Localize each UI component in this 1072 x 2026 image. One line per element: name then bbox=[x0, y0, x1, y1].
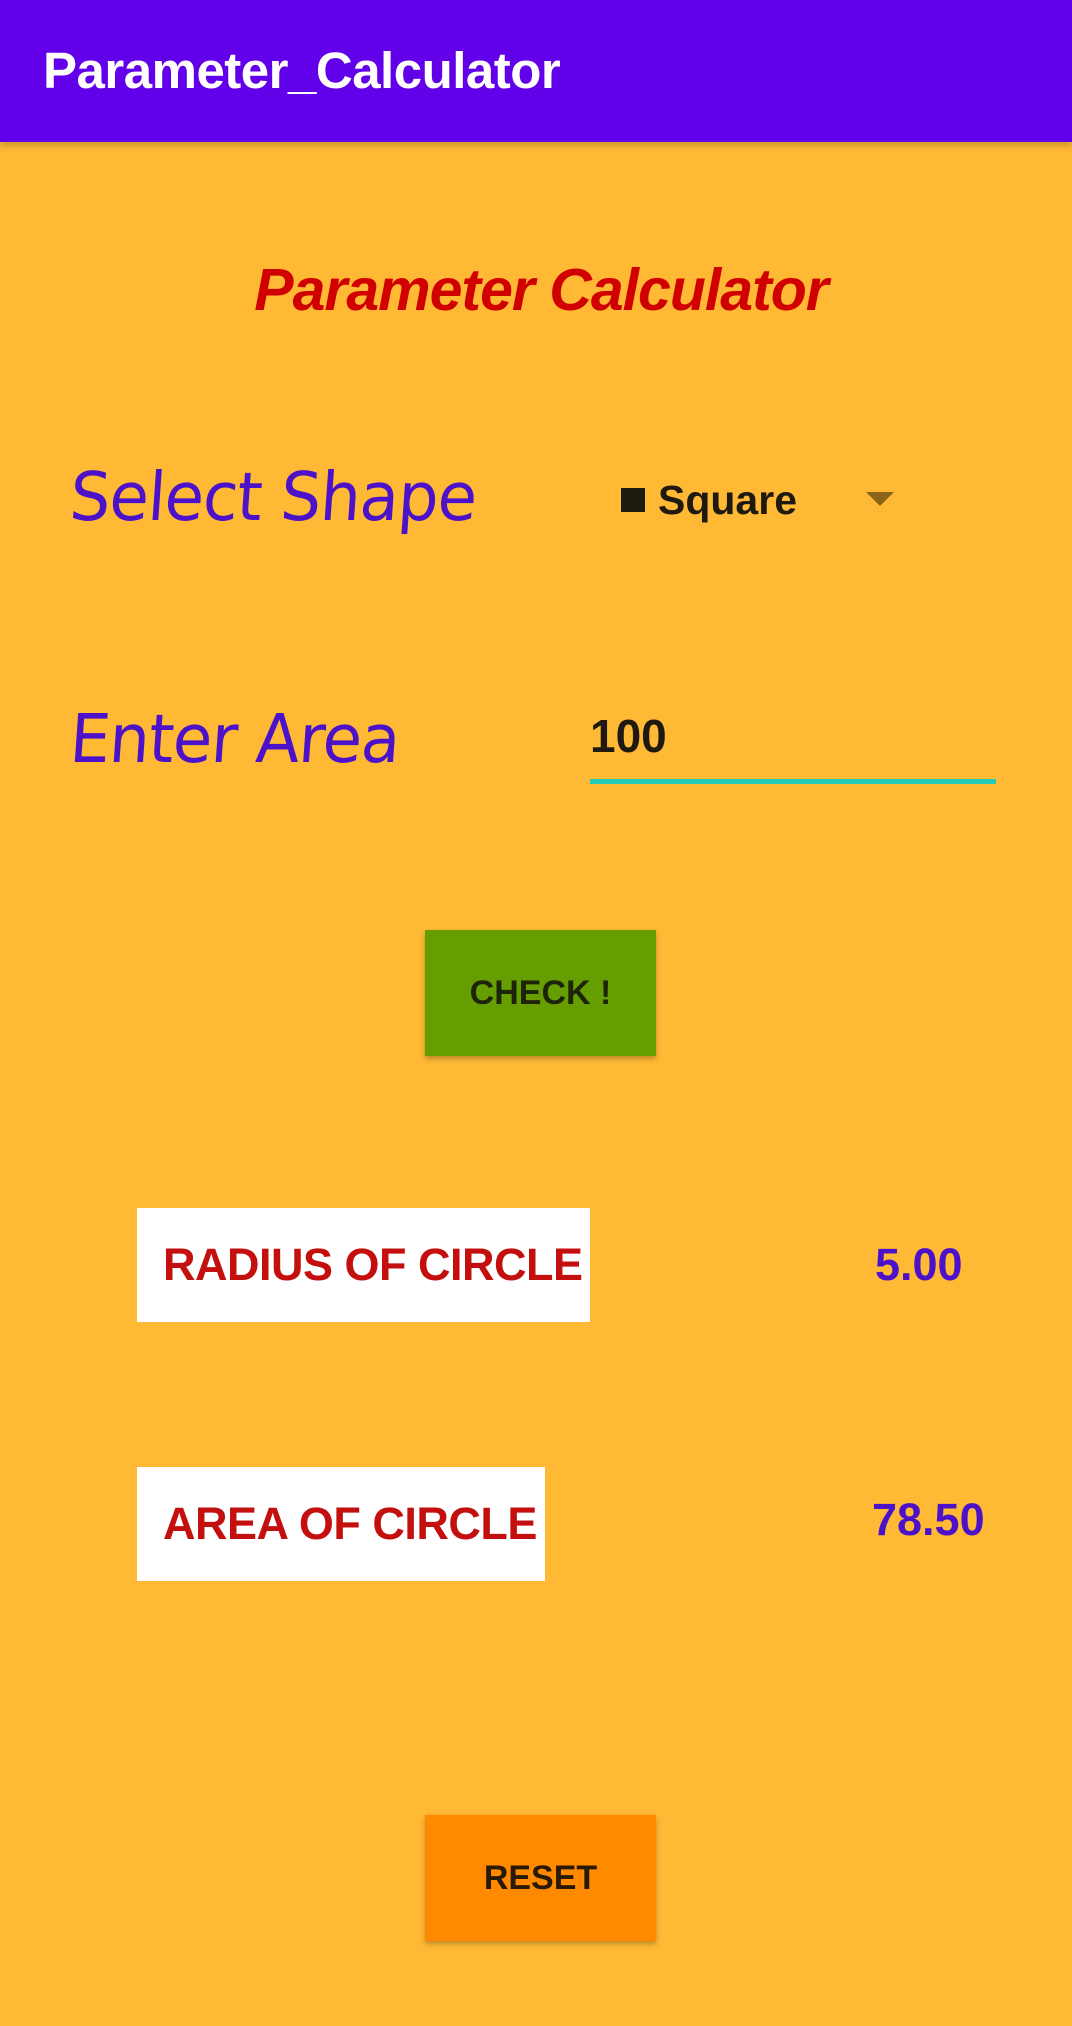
area-input-container bbox=[590, 700, 996, 784]
area-result-value: 78.50 bbox=[872, 1494, 985, 1545]
enter-area-label: Enter Area bbox=[67, 701, 403, 779]
area-result-label: AREA OF CIRCLE bbox=[163, 1498, 537, 1549]
dropdown-arrow-icon bbox=[866, 492, 894, 506]
radius-value: 5.00 bbox=[875, 1239, 963, 1290]
radius-label: RADIUS OF CIRCLE bbox=[163, 1239, 583, 1290]
area-label-box: AREA OF CIRCLE bbox=[137, 1467, 545, 1581]
app-title: Parameter_Calculator bbox=[43, 42, 561, 99]
check-button[interactable]: CHECK ! bbox=[425, 930, 656, 1056]
radius-label-box: RADIUS OF CIRCLE bbox=[137, 1208, 590, 1322]
area-input[interactable] bbox=[590, 706, 996, 766]
select-shape-label: Select Shape bbox=[67, 459, 479, 537]
shape-selected-value: Square bbox=[658, 477, 797, 523]
reset-button[interactable]: RESET bbox=[425, 1815, 656, 1941]
page-heading: Parameter Calculator bbox=[254, 257, 829, 323]
app-bar: Parameter_Calculator bbox=[0, 0, 1072, 142]
square-icon bbox=[621, 488, 645, 512]
shape-dropdown[interactable]: Square bbox=[610, 462, 910, 538]
